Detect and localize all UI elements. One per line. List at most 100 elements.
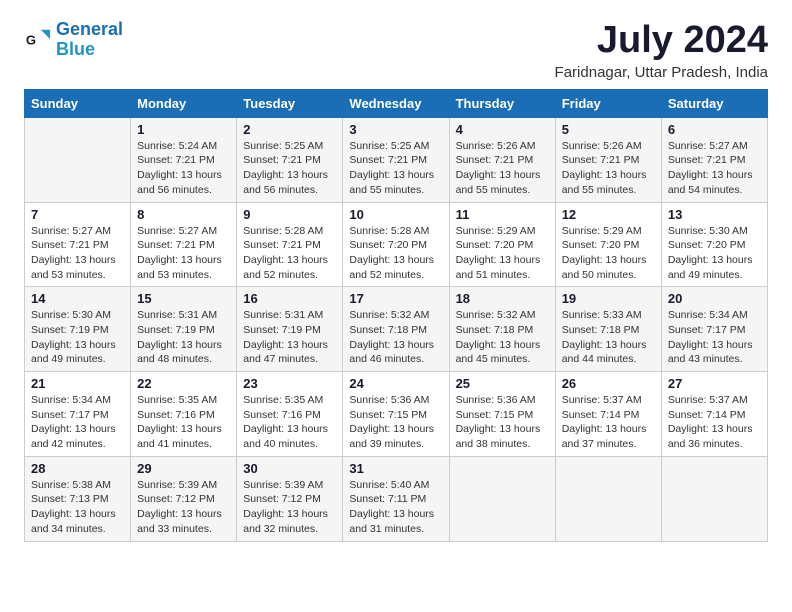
day-info: Sunrise: 5:28 AM Sunset: 7:21 PM Dayligh… bbox=[243, 224, 336, 283]
logo-icon: G bbox=[24, 26, 52, 54]
calendar-cell: 6 Sunrise: 5:27 AM Sunset: 7:21 PM Daylig… bbox=[661, 117, 767, 202]
calendar-week: 21 Sunrise: 5:34 AM Sunset: 7:17 PM Dayli… bbox=[25, 372, 768, 457]
calendar-cell: 5 Sunrise: 5:26 AM Sunset: 7:21 PM Daylig… bbox=[555, 117, 661, 202]
day-number: 23 bbox=[243, 376, 336, 391]
calendar-cell: 9 Sunrise: 5:28 AM Sunset: 7:21 PM Daylig… bbox=[237, 202, 343, 287]
day-number: 21 bbox=[31, 376, 124, 391]
day-info: Sunrise: 5:36 AM Sunset: 7:15 PM Dayligh… bbox=[349, 393, 442, 452]
day-number: 7 bbox=[31, 207, 124, 222]
day-number: 18 bbox=[456, 291, 549, 306]
day-info: Sunrise: 5:32 AM Sunset: 7:18 PM Dayligh… bbox=[456, 308, 549, 367]
day-info: Sunrise: 5:26 AM Sunset: 7:21 PM Dayligh… bbox=[562, 139, 655, 198]
location: Faridnagar, Uttar Pradesh, India bbox=[555, 64, 768, 81]
calendar-cell bbox=[555, 456, 661, 541]
day-number: 17 bbox=[349, 291, 442, 306]
day-info: Sunrise: 5:35 AM Sunset: 7:16 PM Dayligh… bbox=[137, 393, 230, 452]
logo: G General Blue bbox=[24, 20, 123, 60]
calendar-cell: 10Sunrise: 5:28 AM Sunset: 7:20 PM Dayli… bbox=[343, 202, 449, 287]
calendar-cell: 14 Sunrise: 5:30 AM Sunset: 7:19 PM Dayli… bbox=[25, 287, 131, 372]
calendar-cell bbox=[25, 117, 131, 202]
day-info: Sunrise: 5:27 AM Sunset: 7:21 PM Dayligh… bbox=[668, 139, 761, 198]
calendar-week: 1 Sunrise: 5:24 AM Sunset: 7:21 PM Daylig… bbox=[25, 117, 768, 202]
page-header: G General Blue July 2024 Faridnagar, Utt… bbox=[24, 20, 768, 81]
calendar-cell: 23 Sunrise: 5:35 AM Sunset: 7:16 PM Dayli… bbox=[237, 372, 343, 457]
day-info: Sunrise: 5:29 AM Sunset: 7:20 PM Dayligh… bbox=[562, 224, 655, 283]
day-info: Sunrise: 5:35 AM Sunset: 7:16 PM Dayligh… bbox=[243, 393, 336, 452]
header-day: Friday bbox=[555, 89, 661, 117]
day-number: 19 bbox=[562, 291, 655, 306]
calendar-cell bbox=[661, 456, 767, 541]
day-info: Sunrise: 5:29 AM Sunset: 7:20 PM Dayligh… bbox=[456, 224, 549, 283]
header-day: Wednesday bbox=[343, 89, 449, 117]
header-row: SundayMondayTuesdayWednesdayThursdayFrid… bbox=[25, 89, 768, 117]
calendar-cell: 2 Sunrise: 5:25 AM Sunset: 7:21 PM Daylig… bbox=[237, 117, 343, 202]
calendar-cell: 25Sunrise: 5:36 AM Sunset: 7:15 PM Dayli… bbox=[449, 372, 555, 457]
calendar-cell: 16 Sunrise: 5:31 AM Sunset: 7:19 PM Dayli… bbox=[237, 287, 343, 372]
day-info: Sunrise: 5:30 AM Sunset: 7:19 PM Dayligh… bbox=[31, 308, 124, 367]
day-info: Sunrise: 5:34 AM Sunset: 7:17 PM Dayligh… bbox=[31, 393, 124, 452]
title-block: July 2024 Faridnagar, Uttar Pradesh, Ind… bbox=[555, 20, 768, 81]
day-number: 2 bbox=[243, 122, 336, 137]
header-day: Monday bbox=[131, 89, 237, 117]
day-info: Sunrise: 5:38 AM Sunset: 7:13 PM Dayligh… bbox=[31, 478, 124, 537]
calendar-cell bbox=[449, 456, 555, 541]
day-number: 5 bbox=[562, 122, 655, 137]
calendar-cell: 28Sunrise: 5:38 AM Sunset: 7:13 PM Dayli… bbox=[25, 456, 131, 541]
day-info: Sunrise: 5:39 AM Sunset: 7:12 PM Dayligh… bbox=[137, 478, 230, 537]
day-number: 31 bbox=[349, 461, 442, 476]
day-info: Sunrise: 5:37 AM Sunset: 7:14 PM Dayligh… bbox=[562, 393, 655, 452]
day-number: 15 bbox=[137, 291, 230, 306]
calendar-cell: 21 Sunrise: 5:34 AM Sunset: 7:17 PM Dayli… bbox=[25, 372, 131, 457]
day-number: 8 bbox=[137, 207, 230, 222]
day-info: Sunrise: 5:31 AM Sunset: 7:19 PM Dayligh… bbox=[243, 308, 336, 367]
day-info: Sunrise: 5:26 AM Sunset: 7:21 PM Dayligh… bbox=[456, 139, 549, 198]
day-info: Sunrise: 5:25 AM Sunset: 7:21 PM Dayligh… bbox=[243, 139, 336, 198]
day-number: 6 bbox=[668, 122, 761, 137]
day-number: 24 bbox=[349, 376, 442, 391]
calendar-cell: 27 Sunrise: 5:37 AM Sunset: 7:14 PM Dayli… bbox=[661, 372, 767, 457]
day-number: 1 bbox=[137, 122, 230, 137]
logo-line2: Blue bbox=[56, 39, 95, 59]
calendar-week: 7 Sunrise: 5:27 AM Sunset: 7:21 PM Daylig… bbox=[25, 202, 768, 287]
day-info: Sunrise: 5:30 AM Sunset: 7:20 PM Dayligh… bbox=[668, 224, 761, 283]
calendar-cell: 8 Sunrise: 5:27 AM Sunset: 7:21 PM Daylig… bbox=[131, 202, 237, 287]
calendar-cell: 20 Sunrise: 5:34 AM Sunset: 7:17 PM Dayli… bbox=[661, 287, 767, 372]
day-info: Sunrise: 5:27 AM Sunset: 7:21 PM Dayligh… bbox=[137, 224, 230, 283]
calendar-cell: 11Sunrise: 5:29 AM Sunset: 7:20 PM Dayli… bbox=[449, 202, 555, 287]
calendar-cell: 30Sunrise: 5:39 AM Sunset: 7:12 PM Dayli… bbox=[237, 456, 343, 541]
day-info: Sunrise: 5:25 AM Sunset: 7:21 PM Dayligh… bbox=[349, 139, 442, 198]
svg-text:G: G bbox=[26, 32, 36, 47]
day-number: 27 bbox=[668, 376, 761, 391]
calendar-cell: 12 Sunrise: 5:29 AM Sunset: 7:20 PM Dayli… bbox=[555, 202, 661, 287]
day-info: Sunrise: 5:34 AM Sunset: 7:17 PM Dayligh… bbox=[668, 308, 761, 367]
header-day: Saturday bbox=[661, 89, 767, 117]
day-info: Sunrise: 5:40 AM Sunset: 7:11 PM Dayligh… bbox=[349, 478, 442, 537]
calendar-cell: 3 Sunrise: 5:25 AM Sunset: 7:21 PM Daylig… bbox=[343, 117, 449, 202]
day-number: 4 bbox=[456, 122, 549, 137]
day-info: Sunrise: 5:28 AM Sunset: 7:20 PM Dayligh… bbox=[349, 224, 442, 283]
day-info: Sunrise: 5:31 AM Sunset: 7:19 PM Dayligh… bbox=[137, 308, 230, 367]
day-number: 29 bbox=[137, 461, 230, 476]
day-info: Sunrise: 5:33 AM Sunset: 7:18 PM Dayligh… bbox=[562, 308, 655, 367]
day-number: 13 bbox=[668, 207, 761, 222]
calendar-cell: 7Sunrise: 5:27 AM Sunset: 7:21 PM Daylig… bbox=[25, 202, 131, 287]
calendar-cell: 26 Sunrise: 5:37 AM Sunset: 7:14 PM Dayli… bbox=[555, 372, 661, 457]
day-number: 25 bbox=[456, 376, 549, 391]
header-day: Tuesday bbox=[237, 89, 343, 117]
calendar-cell: 29 Sunrise: 5:39 AM Sunset: 7:12 PM Dayli… bbox=[131, 456, 237, 541]
calendar-cell: 15 Sunrise: 5:31 AM Sunset: 7:19 PM Dayli… bbox=[131, 287, 237, 372]
calendar-cell: 4 Sunrise: 5:26 AM Sunset: 7:21 PM Daylig… bbox=[449, 117, 555, 202]
day-info: Sunrise: 5:37 AM Sunset: 7:14 PM Dayligh… bbox=[668, 393, 761, 452]
logo-text: General Blue bbox=[56, 20, 123, 60]
day-info: Sunrise: 5:24 AM Sunset: 7:21 PM Dayligh… bbox=[137, 139, 230, 198]
day-number: 14 bbox=[31, 291, 124, 306]
calendar-cell: 13 Sunrise: 5:30 AM Sunset: 7:20 PM Dayli… bbox=[661, 202, 767, 287]
day-number: 9 bbox=[243, 207, 336, 222]
day-number: 12 bbox=[562, 207, 655, 222]
day-number: 20 bbox=[668, 291, 761, 306]
day-number: 22 bbox=[137, 376, 230, 391]
day-number: 3 bbox=[349, 122, 442, 137]
calendar-cell: 19 Sunrise: 5:33 AM Sunset: 7:18 PM Dayli… bbox=[555, 287, 661, 372]
day-number: 16 bbox=[243, 291, 336, 306]
day-number: 26 bbox=[562, 376, 655, 391]
